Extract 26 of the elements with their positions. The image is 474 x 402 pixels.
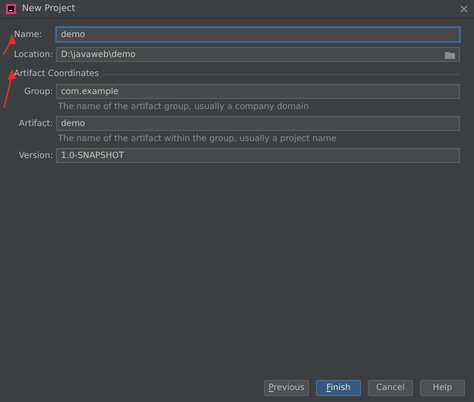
field-value: demo <box>61 30 86 40</box>
field-value: com.example <box>61 86 118 96</box>
dialog-button[interactable]: Help <box>420 380 465 396</box>
folder-icon[interactable] <box>445 50 455 58</box>
field-label: Name: <box>14 30 43 40</box>
section-title: Artifact Coordinates <box>14 69 99 79</box>
dialog-button[interactable]: Finish <box>316 380 361 396</box>
field-value: 1.0-SNAPSHOT <box>61 150 124 160</box>
field-hint: The name of the artifact group, usually a company domain <box>57 102 310 112</box>
text-field[interactable]: com.example <box>56 84 460 99</box>
app-logo-icon <box>6 4 16 14</box>
field-value: demo <box>61 118 86 128</box>
field-label: Artifact: <box>18 118 54 128</box>
close-icon[interactable] <box>460 5 468 13</box>
field-label: Version: <box>18 150 54 160</box>
text-field[interactable]: demo <box>56 27 460 42</box>
text-field[interactable]: demo <box>56 116 460 131</box>
text-field[interactable]: D:\javaweb\demo <box>56 47 460 62</box>
dialog-button[interactable]: Previous <box>264 380 309 396</box>
field-label: Location: <box>14 50 54 60</box>
field-hint: The name of the artifact within the group, usually a project name <box>57 134 338 144</box>
field-value: D:\javaweb\demo <box>61 50 136 60</box>
dialog-button[interactable]: Cancel <box>368 380 413 396</box>
window-title: New Project <box>22 4 76 14</box>
text-field[interactable]: 1.0-SNAPSHOT <box>56 148 460 163</box>
field-label: Group: <box>23 86 54 96</box>
